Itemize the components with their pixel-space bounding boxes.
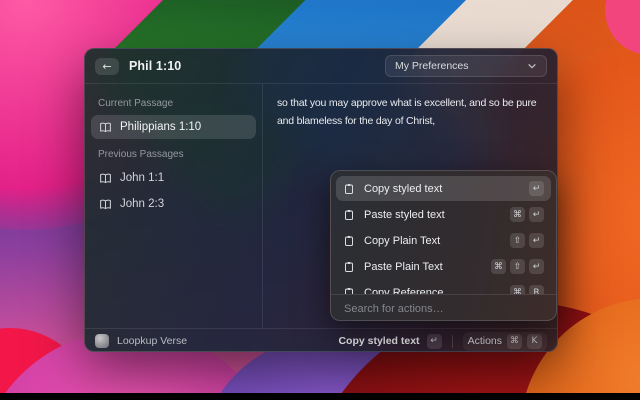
open-book-icon <box>99 121 112 134</box>
action-item-paste-styled-text[interactable]: Paste styled text ⌘ ↵ <box>336 202 551 227</box>
shortcut-keys: ⇧ ↵ <box>510 233 544 248</box>
return-key-icon: ↵ <box>427 334 442 349</box>
window-footer: Loopkup Verse Copy styled text ↵ Actions… <box>85 328 557 353</box>
actions-button-label: Actions <box>468 335 502 347</box>
return-key-icon: ↵ <box>529 207 544 222</box>
primary-action-button[interactable]: Copy styled text <box>338 335 419 347</box>
actions-list: Copy styled text ↵ Paste styled text ⌘ ↵ <box>331 171 556 294</box>
clipboard-icon <box>343 183 355 195</box>
section-header-current: Current Passage <box>98 98 249 109</box>
actions-button[interactable]: Actions ⌘ K <box>463 332 547 351</box>
sidebar-item-john-2-3[interactable]: John 2:3 <box>91 192 256 216</box>
action-label: Copy Reference <box>364 287 444 295</box>
sidebar-item-label: John 2:3 <box>120 198 164 210</box>
window-header: ← Phil 1:10 My Preferences <box>85 49 557 84</box>
clipboard-icon <box>343 287 355 295</box>
clipboard-icon <box>343 209 355 221</box>
clipboard-icon <box>343 261 355 273</box>
return-key-icon: ↵ <box>529 259 544 274</box>
cmd-key-icon: ⌘ <box>510 285 525 294</box>
page-title: Phil 1:10 <box>129 59 181 73</box>
preferences-dropdown-value: My Preferences <box>395 60 469 72</box>
actions-search-input[interactable] <box>342 302 545 316</box>
screen-bottom-bar <box>0 393 640 400</box>
actions-panel: Copy styled text ↵ Paste styled text ⌘ ↵ <box>330 170 557 321</box>
back-button[interactable]: ← <box>95 58 119 75</box>
cmd-key-icon: ⌘ <box>491 259 506 274</box>
r-key-icon: R <box>529 285 544 294</box>
chevron-down-icon <box>527 61 537 71</box>
return-key-icon: ↵ <box>529 181 544 196</box>
section-header-previous: Previous Passages <box>98 149 249 160</box>
extension-name: Loopkup Verse <box>117 335 187 347</box>
action-item-paste-plain-text[interactable]: Paste Plain Text ⌘ ⇧ ↵ <box>336 254 551 279</box>
sidebar-item-philippians-1-10[interactable]: Philippians 1:10 <box>91 115 256 139</box>
action-item-copy-reference[interactable]: Copy Reference ⌘ R <box>336 280 551 294</box>
action-label: Paste styled text <box>364 209 445 221</box>
sidebar-item-john-1-1[interactable]: John 1:1 <box>91 166 256 190</box>
footer-divider <box>452 335 453 348</box>
open-book-icon <box>99 172 112 185</box>
action-item-copy-plain-text[interactable]: Copy Plain Text ⇧ ↵ <box>336 228 551 253</box>
screen: ← Phil 1:10 My Preferences Current Passa… <box>0 0 640 400</box>
footer-actions: Copy styled text ↵ Actions ⌘ K <box>338 332 547 351</box>
shortcut-keys: ⌘ ↵ <box>510 207 544 222</box>
sidebar-item-label: John 1:1 <box>120 172 164 184</box>
cmd-key-icon: ⌘ <box>507 334 522 349</box>
action-item-copy-styled-text[interactable]: Copy styled text ↵ <box>336 176 551 201</box>
cmd-key-icon: ⌘ <box>510 207 525 222</box>
sidebar-item-label: Philippians 1:10 <box>120 121 201 133</box>
action-label: Copy Plain Text <box>364 235 440 247</box>
extension-icon <box>95 334 109 348</box>
open-book-icon <box>99 198 112 211</box>
back-arrow-icon: ← <box>102 60 111 73</box>
preferences-dropdown[interactable]: My Preferences <box>385 55 547 77</box>
passages-sidebar: Current Passage Philippians 1:10 Previou… <box>85 84 263 328</box>
shift-key-icon: ⇧ <box>510 259 525 274</box>
k-key-icon: K <box>527 334 542 349</box>
verse-text: so that you may approve what is excellen… <box>277 95 544 131</box>
shortcut-keys: ↵ <box>529 181 544 196</box>
clipboard-icon <box>343 235 355 247</box>
return-key-icon: ↵ <box>529 233 544 248</box>
action-label: Copy styled text <box>364 183 442 195</box>
shortcut-keys: ⌘ R <box>510 285 544 294</box>
shortcut-keys: ⌘ ⇧ ↵ <box>491 259 544 274</box>
actions-search-bar <box>331 294 556 321</box>
shift-key-icon: ⇧ <box>510 233 525 248</box>
action-label: Paste Plain Text <box>364 261 443 273</box>
